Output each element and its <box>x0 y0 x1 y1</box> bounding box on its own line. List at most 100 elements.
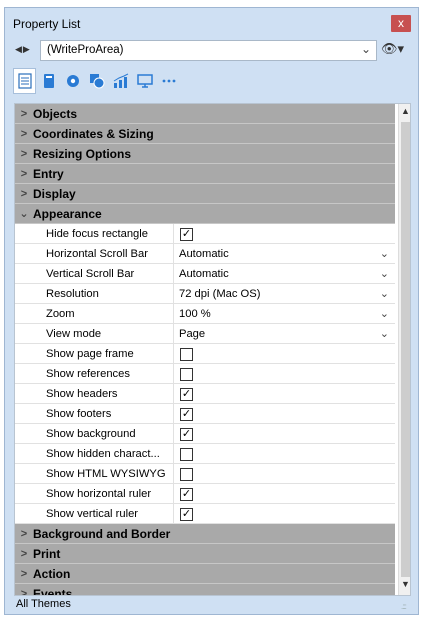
prop-label: Show footers <box>15 403 174 424</box>
section-label: Coordinates & Sizing <box>33 126 154 141</box>
section-label: Resizing Options <box>33 146 132 161</box>
dropdown-value: Automatic <box>179 247 229 260</box>
checkbox[interactable]: ✓ <box>180 407 193 421</box>
prop-show-references: Show references <box>15 363 395 384</box>
checkbox[interactable]: ✓ <box>180 427 193 441</box>
dropdown[interactable]: 72 dpi (Mac OS) ⌄ <box>174 284 395 304</box>
gear-icon[interactable] <box>61 68 84 94</box>
prop-zoom: Zoom 100 % ⌄ <box>15 303 395 324</box>
resize-grip-icon[interactable]: .::: <box>401 602 407 611</box>
chevron-right-icon: > <box>20 127 28 140</box>
prop-label: Vertical Scroll Bar <box>15 263 174 284</box>
section-background-border[interactable]: > Background and Border <box>15 524 395 544</box>
prop-label: Zoom <box>15 303 174 324</box>
prop-label: Show references <box>15 363 174 384</box>
chevron-down-icon: ⌄ <box>379 267 389 280</box>
prop-show-hidden-characters: Show hidden charact... <box>15 443 395 464</box>
checkbox[interactable] <box>180 467 193 481</box>
property-rows: > Objects > Coordinates & Sizing > Resiz… <box>15 104 395 596</box>
section-appearance[interactable]: ⌄ Appearance <box>15 204 395 224</box>
prop-show-page-frame: Show page frame <box>15 343 395 364</box>
chevron-right-icon: > <box>20 567 28 580</box>
checkbox[interactable]: ✓ <box>180 227 193 241</box>
chevron-right-icon: > <box>20 167 28 180</box>
section-resizing-options[interactable]: > Resizing Options <box>15 144 395 164</box>
prop-label: View mode <box>15 323 174 344</box>
nav-arrows-icon[interactable]: ◀▶ <box>15 44 31 55</box>
scroll-up-icon[interactable]: ▲ <box>399 106 410 120</box>
checkbox[interactable] <box>180 347 193 361</box>
dropdown-value: Page <box>179 327 206 340</box>
object-selector-value: (WriteProArea) <box>47 44 124 56</box>
section-label: Appearance <box>33 206 102 221</box>
chevron-right-icon: > <box>20 547 28 560</box>
prop-show-headers: Show headers ✓ <box>15 383 395 404</box>
checkbox[interactable] <box>180 367 193 381</box>
dropdown[interactable]: Automatic ⌄ <box>174 264 395 284</box>
checkbox[interactable]: ✓ <box>180 387 193 401</box>
object-icon[interactable] <box>37 68 60 94</box>
checkbox[interactable]: ✓ <box>180 487 193 501</box>
prop-show-vertical-ruler: Show vertical ruler ✓ <box>15 503 395 524</box>
section-coordinates-sizing[interactable]: > Coordinates & Sizing <box>15 124 395 144</box>
dropdown-value: 100 % <box>179 307 211 320</box>
prop-horizontal-scroll-bar: Horizontal Scroll Bar Automatic ⌄ <box>15 243 395 264</box>
prop-show-background: Show background ✓ <box>15 423 395 444</box>
prop-show-footers: Show footers ✓ <box>15 403 395 424</box>
checkbox[interactable] <box>180 447 193 461</box>
monitor-icon[interactable] <box>133 68 156 94</box>
section-objects[interactable]: > Objects <box>15 104 395 124</box>
section-label: Background and Border <box>33 526 171 541</box>
section-display[interactable]: > Display <box>15 184 395 204</box>
chevron-right-icon: > <box>20 527 28 540</box>
chart-icon[interactable] <box>109 68 132 94</box>
scroll-thumb[interactable] <box>401 122 410 577</box>
scroll-down-icon[interactable]: ▼ <box>399 579 410 593</box>
close-icon: x <box>398 16 404 30</box>
prop-show-horizontal-ruler: Show horizontal ruler ✓ <box>15 483 395 504</box>
chevron-down-icon: ⌄ <box>360 42 371 56</box>
prop-label: Show hidden charact... <box>15 443 174 464</box>
prop-label: Hide focus rectangle <box>15 223 174 244</box>
prop-label: Show page frame <box>15 343 174 364</box>
chevron-right-icon: > <box>20 187 28 200</box>
property-list-window: Property List x ◀▶ (WriteProArea) ⌄ 👁▾ >… <box>4 7 419 615</box>
close-button[interactable]: x <box>391 15 411 32</box>
chevron-down-icon: ⌄ <box>379 327 389 340</box>
shapes-icon[interactable] <box>85 68 108 94</box>
prop-label: Horizontal Scroll Bar <box>15 243 174 264</box>
prop-view-mode: View mode Page ⌄ <box>15 323 395 344</box>
section-label: Entry <box>33 166 64 181</box>
prop-resolution: Resolution 72 dpi (Mac OS) ⌄ <box>15 283 395 304</box>
dropdown[interactable]: 100 % ⌄ <box>174 304 395 324</box>
object-selector[interactable]: (WriteProArea) ⌄ <box>40 40 377 61</box>
section-print[interactable]: > Print <box>15 544 395 564</box>
property-toolbar <box>13 66 189 96</box>
section-label: Display <box>33 186 76 201</box>
dropdown[interactable]: Automatic ⌄ <box>174 244 395 264</box>
section-action[interactable]: > Action <box>15 564 395 584</box>
prop-label: Show background <box>15 423 174 444</box>
section-label: Print <box>33 546 61 561</box>
eye-icon[interactable]: 👁▾ <box>381 41 404 57</box>
list-icon[interactable] <box>13 68 36 94</box>
property-panel: > Objects > Coordinates & Sizing > Resiz… <box>14 103 411 596</box>
section-events[interactable]: > Events <box>15 584 395 596</box>
chevron-down-icon: ⌄ <box>19 208 29 220</box>
chevron-right-icon: > <box>20 107 28 120</box>
chevron-down-icon: ⌄ <box>379 287 389 300</box>
dropdown[interactable]: Page ⌄ <box>174 324 395 344</box>
prop-vertical-scroll-bar: Vertical Scroll Bar Automatic ⌄ <box>15 263 395 284</box>
checkbox[interactable]: ✓ <box>180 507 193 521</box>
chevron-right-icon: > <box>20 147 28 160</box>
title-bar[interactable]: Property List x <box>5 8 418 38</box>
prop-label: Resolution <box>15 283 174 304</box>
section-entry[interactable]: > Entry <box>15 164 395 184</box>
prop-hide-focus-rectangle: Hide focus rectangle ✓ <box>15 223 395 244</box>
section-label: Objects <box>33 106 78 121</box>
status-theme-label: All Themes <box>16 598 71 610</box>
vertical-scrollbar[interactable]: ▲ ▼ <box>398 104 410 595</box>
chevron-right-icon: > <box>20 587 28 596</box>
prop-label: Show HTML WYSIWYG <box>15 463 174 484</box>
more-icon[interactable] <box>157 68 180 94</box>
